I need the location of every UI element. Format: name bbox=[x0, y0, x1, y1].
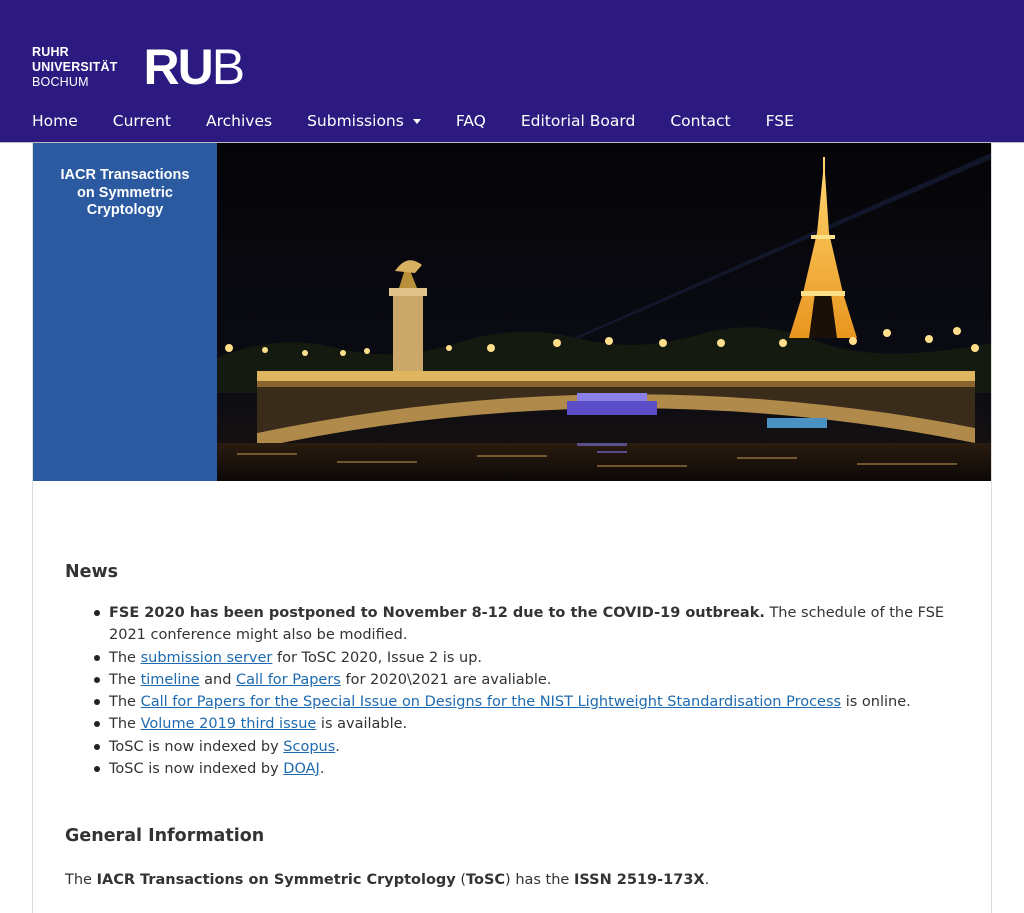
logo-line-3: BOCHUM bbox=[32, 74, 89, 89]
news-item: ToSC is now indexed by DOAJ. bbox=[94, 758, 959, 780]
nav-contact[interactable]: Contact bbox=[670, 112, 730, 130]
general-information-heading: General Information bbox=[65, 826, 265, 847]
news-item-3-post: for 2020\2021 are avaliable. bbox=[340, 671, 552, 688]
special-issue-cfp-link[interactable]: Call for Papers for the Special Issue on… bbox=[141, 694, 842, 710]
gi-abbrev: ToSC bbox=[466, 872, 506, 889]
banner-title-line-2: on Symmetric bbox=[77, 184, 173, 201]
general-information-text: The IACR Transactions on Symmetric Crypt… bbox=[65, 872, 959, 888]
news-item-2-pre: The bbox=[109, 649, 141, 666]
logo-line-2: UNIVERSITÄT bbox=[32, 59, 118, 74]
university-logo[interactable]: RUHR UNIVERSITÄT BOCHUM RUB bbox=[32, 39, 246, 95]
logo-line-1: RUHR bbox=[32, 44, 69, 59]
nav-editorial-board[interactable]: Editorial Board bbox=[521, 112, 635, 130]
news-item: The submission server for ToSC 2020, Iss… bbox=[94, 647, 959, 669]
gi-issn: ISSN 2519-173X bbox=[573, 872, 705, 889]
nav-archives[interactable]: Archives bbox=[206, 112, 272, 130]
logo-text-small: RUHR UNIVERSITÄT BOCHUM bbox=[32, 45, 118, 90]
gi-text-1: The bbox=[65, 872, 97, 889]
gi-text-2: ( bbox=[455, 872, 467, 889]
timeline-link[interactable]: timeline bbox=[141, 672, 200, 688]
banner-title-panel: IACR Transactions on Symmetric Cryptolog… bbox=[33, 143, 217, 481]
doaj-link[interactable]: DOAJ bbox=[283, 761, 320, 777]
logo-wordmark: RUB bbox=[143, 39, 246, 95]
nav-submissions-label: Submissions bbox=[307, 112, 404, 130]
scopus-link[interactable]: Scopus bbox=[283, 739, 335, 755]
news-item: ToSC is now indexed by Scopus. bbox=[94, 736, 959, 758]
logo-wordmark-b: B bbox=[211, 39, 245, 95]
news-item-5-pre: The bbox=[109, 716, 141, 733]
news-item-7-post: . bbox=[319, 761, 325, 778]
gi-text-3: ) has the bbox=[505, 872, 574, 889]
news-item: The Call for Papers for the Special Issu… bbox=[94, 691, 959, 713]
news-item: The Volume 2019 third issue is available… bbox=[94, 713, 959, 735]
page-content: IACR Transactions on Symmetric Cryptolog… bbox=[32, 143, 992, 913]
banner-title-line-1: IACR Transactions bbox=[60, 167, 190, 183]
site-header: RUHR UNIVERSITÄT BOCHUM RUB Home Current… bbox=[0, 0, 1024, 143]
paris-night-illustration bbox=[217, 143, 991, 481]
gi-journal-name: IACR Transactions on Symmetric Cryptolog… bbox=[96, 872, 456, 889]
journal-banner: IACR Transactions on Symmetric Cryptolog… bbox=[33, 143, 991, 481]
news-heading: News bbox=[65, 562, 119, 582]
news-item: FSE 2020 has been postponed to November … bbox=[94, 602, 959, 647]
news-item-6-post: . bbox=[335, 738, 340, 755]
nav-home[interactable]: Home bbox=[32, 112, 78, 130]
logo-wordmark-ru: RU bbox=[143, 39, 214, 95]
news-item-1-bold: FSE 2020 has been postponed to November … bbox=[109, 605, 765, 621]
paris-night-photo bbox=[217, 143, 991, 481]
news-item-4-post: is online. bbox=[841, 694, 911, 711]
nav-submissions[interactable]: Submissions bbox=[307, 112, 421, 130]
nav-current[interactable]: Current bbox=[113, 112, 171, 130]
news-item: The timeline and Call for Papers for 202… bbox=[94, 669, 959, 691]
news-list: FSE 2020 has been postponed to November … bbox=[65, 602, 959, 780]
news-item-3-mid: and bbox=[199, 671, 237, 688]
main-text: News FSE 2020 has been postponed to Nove… bbox=[33, 562, 991, 888]
news-item-5-post: is available. bbox=[316, 716, 408, 733]
chevron-down-icon bbox=[412, 118, 421, 124]
submission-server-link[interactable]: submission server bbox=[141, 650, 273, 666]
volume-2019-issue-link[interactable]: Volume 2019 third issue bbox=[141, 716, 317, 732]
news-item-3-pre: The bbox=[109, 671, 141, 688]
nav-fse[interactable]: FSE bbox=[766, 112, 794, 130]
news-item-6-pre: ToSC is now indexed by bbox=[109, 738, 284, 755]
news-item-4-pre: The bbox=[109, 694, 141, 711]
banner-title-line-3: Cryptology bbox=[86, 202, 164, 218]
news-item-7-pre: ToSC is now indexed by bbox=[109, 761, 284, 778]
main-nav: Home Current Archives Submissions FAQ Ed… bbox=[0, 100, 797, 142]
nav-faq[interactable]: FAQ bbox=[456, 112, 486, 130]
news-item-2-post: for ToSC 2020, Issue 2 is up. bbox=[272, 649, 483, 666]
call-for-papers-link[interactable]: Call for Papers bbox=[236, 672, 341, 688]
gi-text-4: . bbox=[704, 872, 710, 889]
